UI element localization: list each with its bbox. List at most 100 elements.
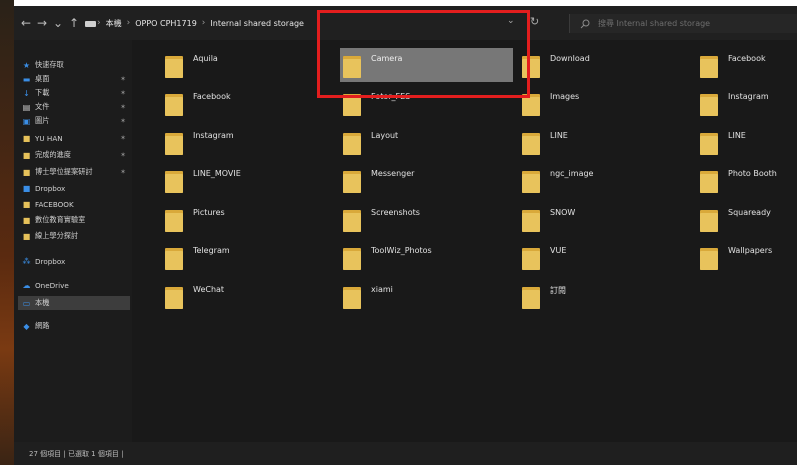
folder-name: Messenger [371,169,415,178]
folder-item[interactable]: Download [519,48,690,82]
folder-name: Images [550,92,580,101]
sidebar-item[interactable]: ☁ OneDrive [18,278,130,292]
up-arrow-icon[interactable]: ↑ [66,13,82,33]
folder-icon [522,171,540,193]
sidebar-item[interactable]: ★ 快速存取 [18,58,130,72]
folder-name: 訂閱 [550,286,566,295]
sidebar-item[interactable]: ■ 數位教育實驗室 [18,213,130,227]
folder-item[interactable]: Messenger [340,163,513,197]
pin-icon: ✶ [120,89,126,97]
folder-item[interactable]: Pictures [162,202,332,236]
folder-item[interactable]: LINE [697,125,789,159]
pin-icon: ✶ [120,103,126,111]
folder-icon [522,133,540,155]
sidebar-item[interactable]: ▣ 圖片 ✶ [18,114,130,128]
folder-icon: ■ [22,167,31,177]
sidebar-item[interactable]: ▬ 桌面 ✶ [18,72,130,86]
pin-icon: ✶ [120,151,126,159]
back-arrow-icon[interactable]: ← [18,13,34,33]
pin-icon: ✶ [120,168,126,176]
dropbox-icon: ⁂ [22,256,31,266]
folder-name: Wallpapers [728,246,773,255]
breadcrumb-device[interactable]: OPPO CPH1719 [135,19,197,28]
sidebar-item-label: 完成的進度 [35,150,71,159]
folder-item[interactable]: 訂閱 [519,279,690,313]
sidebar-item[interactable]: ⁂ Dropbox [18,254,130,268]
folder-icon [700,56,718,78]
sidebar-item[interactable]: ■ 線上學分探討 [18,229,130,243]
sidebar-item-label: 桌面 [35,74,50,83]
refresh-icon[interactable]: ↻ [530,15,539,28]
status-text: 27 個項目 | 已選取 1 個項目 | [29,449,124,458]
folder-icon: ■ [22,133,31,143]
folder-name: LINE_MOVIE [193,169,241,178]
breadcrumb-this-pc[interactable]: 本機 [106,18,122,29]
folder-icon [522,287,540,309]
sidebar-item-label: 快速存取 [35,60,64,69]
folder-icon [700,210,718,232]
download-icon: ↓ [23,88,30,98]
folder-item[interactable]: WeChat [162,279,332,313]
folder-item[interactable]: Screenshots [340,202,513,236]
status-bar: 27 個項目 | 已選取 1 個項目 | [14,442,797,465]
folder-name: Instagram [728,92,769,101]
folder-item[interactable]: LINE [519,125,690,159]
recent-locations-icon[interactable]: ⌄ [50,13,66,33]
folder-item[interactable]: Instagram [162,125,332,159]
folder-item[interactable]: Wallpapers [697,240,789,274]
folder-item[interactable]: Squaready [697,202,789,236]
sidebar-item[interactable]: ■ Dropbox [18,181,130,195]
sidebar-item-label: YU HAN [35,133,63,143]
search-box[interactable]: 搜尋 Internal shared storage [569,14,797,33]
folder-name: LINE [550,131,568,140]
breadcrumb-chevron-icon: › [126,18,131,28]
desktop-icon: ▬ [22,74,31,84]
folder-item[interactable]: ToolWiz_Photos [340,240,513,274]
folder-item[interactable]: Images [519,86,690,120]
sidebar-item[interactable]: ■ 完成的進度 ✶ [18,148,130,162]
document-icon: ▤ [22,102,31,112]
folder-name: Photo Booth [728,169,777,178]
pin-icon: ✶ [120,117,126,125]
forward-arrow-icon[interactable]: → [34,13,50,33]
sidebar-item[interactable]: ■ 博士學位提案研討 ✶ [18,165,130,179]
sidebar-item[interactable]: ■ YU HAN ✶ [18,131,130,145]
folder-icon [165,287,183,309]
breadcrumb-chevron-icon: › [201,18,206,28]
folder-icon [522,210,540,232]
computer-icon: ▭ [22,298,31,308]
sidebar-item[interactable]: ◆ 網路 [18,319,130,333]
folder-icon [343,171,361,193]
sidebar-item-label: 數位教育實驗室 [35,215,86,224]
folder-item[interactable]: xiami [340,279,513,313]
folder-item[interactable]: Facebook [697,48,789,82]
sidebar-item[interactable]: ■ FACEBOOK [18,197,130,211]
folder-item[interactable]: Aquila [162,48,332,82]
folder-name: ngc_image [550,169,594,178]
folder-item[interactable]: Layout [340,125,513,159]
folder-icon [165,248,183,270]
folder-icon [165,94,183,116]
folder-item[interactable]: VUE [519,240,690,274]
sidebar-item[interactable]: ▭ 本機 [18,296,130,310]
folder-icon [700,94,718,116]
folder-item[interactable]: Instagram [697,86,789,120]
folder-item[interactable]: ngc_image [519,163,690,197]
folder-name: Pictures [193,208,225,217]
sidebar-item-label: 博士學位提案研討 [35,167,93,176]
folder-item[interactable]: LINE_MOVIE [162,163,332,197]
breadcrumb-storage[interactable]: Internal shared storage [210,19,304,28]
desktop-background-edge [0,0,14,465]
sidebar-item[interactable]: ▤ 文件 ✶ [18,100,130,114]
sidebar-item-label: Dropbox [35,183,66,193]
folder-name: xiami [371,285,393,294]
folder-item[interactable]: Photo Booth [697,163,789,197]
folder-item[interactable]: Facebook [162,86,332,120]
folder-name: Squaready [728,208,771,217]
sidebar-item[interactable]: ↓ 下載 ✶ [18,86,130,100]
folder-item[interactable]: Telegram [162,240,332,274]
folder-icon [165,56,183,78]
folder-item[interactable]: SNOW [519,202,690,236]
pin-icon: ✶ [120,75,126,83]
sidebar-item-label: 圖片 [35,116,50,125]
